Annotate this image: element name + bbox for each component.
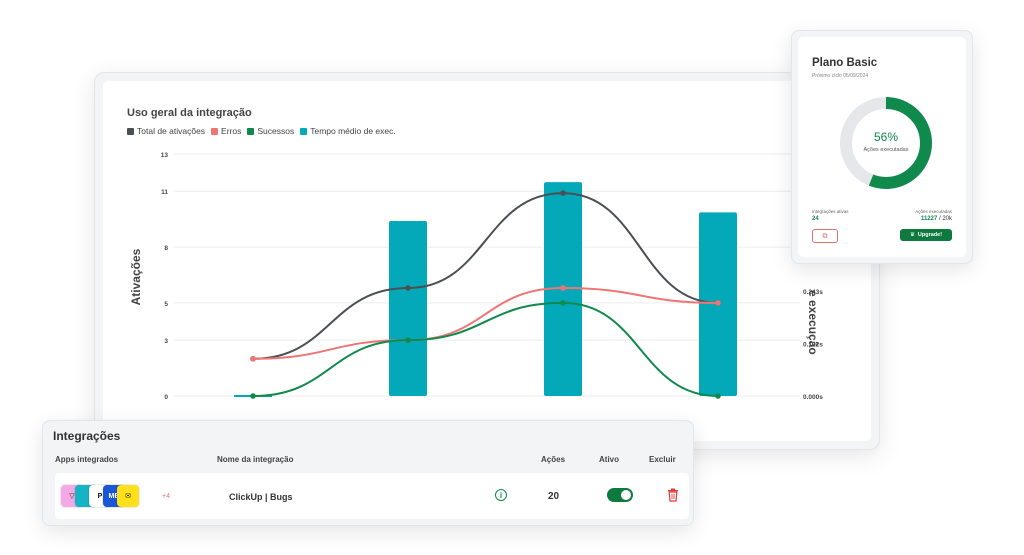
y-tick-label: 5 [164,301,168,308]
more-apps-count[interactable]: +4 [162,493,170,500]
y-tick-label: 0 [164,394,168,401]
col-actions: Ações [541,455,566,464]
series-line [252,287,719,360]
col-delete: Excluir [649,455,676,464]
external-link-button[interactable]: ⧉ [812,229,838,243]
upgrade-label: Upgrade! [917,232,943,238]
integration-name[interactable]: ClickUp | Bugs [229,492,293,502]
actions-executed-value: 11227 / 20k [921,216,952,222]
plan-card: Plano Basic Próximo ciclo 05/09/2024 56%… [791,30,973,264]
series-point [560,300,566,306]
integrations-card: Integrações Apps integrados Nome da inte… [42,420,694,526]
actions-used: 11227 [920,216,938,222]
active-toggle[interactable] [607,488,633,502]
active-integrations-label: Integrações ativas [812,209,849,214]
col-active: Ativo [599,455,619,464]
actions-count: 20 [548,491,560,502]
col-name: Nome da integração [217,455,294,464]
plan-title: Plano Basic [812,57,878,69]
actions-executed-label: Ações executadas [915,209,952,214]
series-point [405,337,411,343]
external-link-icon: ⧉ [822,232,828,240]
series-point [715,300,721,306]
series-point [250,393,256,399]
info-icon[interactable]: i [495,489,507,501]
upgrade-button[interactable]: ♛ Upgrade! [900,229,952,241]
series-point [560,285,566,291]
col-apps: Apps integrados [55,455,119,464]
table-row[interactable]: ▽ P MB ✉ +4 ClickUp | Bugs i 20 [55,473,689,519]
usage-donut: 56% Ações executadas [836,93,936,193]
crown-icon: ♛ [909,232,915,238]
y2-tick-label: 0.000s [803,394,823,401]
plan-panel: Plano Basic Próximo ciclo 05/09/2024 56%… [798,37,966,257]
active-integrations-value: 24 [812,216,819,222]
y-tick-label: 3 [164,338,168,345]
plan-next-cycle: Próximo ciclo 05/09/2024 [812,73,869,79]
series-line [252,301,719,397]
y-tick-label: 11 [161,189,168,196]
actions-total: / 20k [938,216,952,222]
y-tick-label: 8 [164,245,168,252]
toggle-knob [621,490,631,500]
y-tick-label: 13 [161,152,169,159]
series-point [560,190,566,196]
y-axis-title: Ativações [129,248,143,306]
series-point [250,355,256,362]
trash-icon[interactable] [667,488,679,502]
donut-caption: Ações executadas [863,147,909,153]
bar [389,220,427,396]
series-point [715,393,721,399]
y2-axis-title: e execução [806,290,820,355]
series-point [405,285,411,291]
integrations-title: Integrações [53,429,121,443]
mailchimp-icon: ✉ [117,485,139,507]
series-line [252,192,719,360]
donut-percent: 56% [873,130,899,144]
